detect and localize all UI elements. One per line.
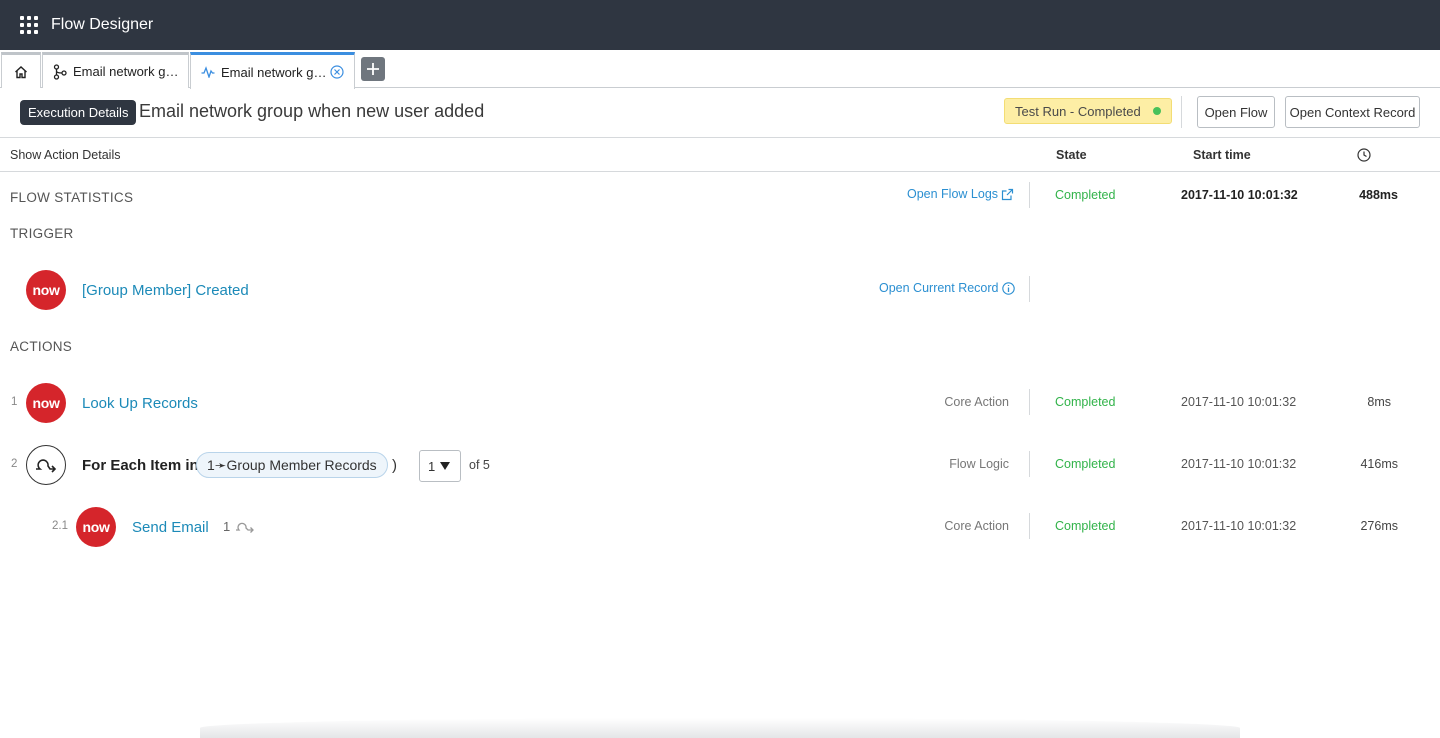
row-number: 1	[11, 396, 18, 408]
for-each-title: For Each Item in (	[82, 457, 208, 474]
action-state: Completed	[1055, 519, 1116, 533]
action-start-time: 2017-11-10 10:01:32	[1181, 519, 1297, 533]
flow-duration: 488ms	[1359, 188, 1398, 202]
for-each-loop-icon	[26, 445, 66, 485]
trigger-title-link[interactable]: [Group Member] Created	[82, 282, 249, 299]
column-headers: Show Action Details State Start time	[0, 138, 1440, 172]
bottom-shadow	[200, 718, 1240, 738]
open-flow-logs-text: Open Flow Logs	[907, 187, 999, 201]
servicenow-logo-icon: now	[26, 270, 66, 310]
iteration-count: 1	[223, 519, 256, 534]
app-grid-icon[interactable]	[20, 16, 38, 34]
open-current-record-link[interactable]: Open Current Record	[879, 281, 1015, 295]
open-flow-button[interactable]: Open Flow	[1197, 96, 1275, 128]
tab-bar: Email network g… Email network g…	[0, 50, 1440, 89]
external-link-icon	[1001, 188, 1014, 200]
send-email-link[interactable]: Send Email	[132, 519, 209, 536]
flow-statistics-label: FLOW STATISTICS	[10, 190, 134, 205]
look-up-records-link[interactable]: Look Up Records	[82, 395, 198, 412]
iteration-select[interactable]: 1	[419, 450, 461, 482]
execution-header: Execution Details Email network group wh…	[0, 88, 1440, 138]
action-kind: Core Action	[944, 519, 1009, 533]
home-icon	[15, 65, 27, 78]
action-duration: 8ms	[1367, 395, 1391, 409]
tab-home[interactable]	[1, 52, 41, 88]
tab-label: Email network g…	[73, 64, 179, 79]
tab-flow[interactable]: Email network g…	[42, 52, 189, 88]
action-duration: 416ms	[1360, 457, 1398, 471]
column-divider	[1029, 276, 1030, 302]
flow-diagram-icon	[53, 63, 67, 80]
data-pill[interactable]: 1➛Group Member Records	[196, 452, 388, 478]
trigger-label: TRIGGER	[10, 226, 74, 241]
flow-start-time: 2017-11-10 10:01:32	[1181, 188, 1298, 202]
row-number: 2	[11, 458, 18, 470]
column-divider	[1029, 182, 1030, 208]
status-dot-icon	[1152, 107, 1161, 115]
action-start-time: 2017-11-10 10:01:32	[1181, 395, 1297, 409]
pulse-icon	[201, 66, 215, 78]
column-divider	[1029, 389, 1030, 415]
add-tab-button[interactable]	[361, 57, 385, 81]
clock-icon	[1357, 148, 1371, 162]
iteration-total: of 5	[469, 458, 490, 472]
action-kind: Core Action	[944, 395, 1009, 409]
top-bar: Flow Designer	[0, 0, 1440, 50]
header-divider	[1181, 96, 1182, 128]
column-state: State	[1056, 148, 1087, 162]
open-current-record-text: Open Current Record	[879, 281, 999, 295]
action-kind: Flow Logic	[949, 457, 1009, 471]
action-state: Completed	[1055, 457, 1116, 471]
actions-label: ACTIONS	[10, 339, 73, 354]
info-icon[interactable]	[1001, 281, 1015, 295]
close-icon[interactable]	[330, 65, 344, 79]
execution-details-badge: Execution Details	[20, 100, 137, 125]
loop-icon	[236, 522, 255, 533]
status-text: Test Run - Completed	[1015, 103, 1141, 119]
show-action-details-toggle[interactable]: Show Action Details	[10, 148, 120, 162]
action-start-time: 2017-11-10 10:01:32	[1181, 457, 1297, 471]
close-paren: )	[392, 457, 397, 474]
page-title: Email network group when new user added	[139, 101, 485, 121]
servicenow-logo-icon: now	[26, 383, 66, 423]
tab-execution[interactable]: Email network g…	[190, 52, 355, 89]
open-flow-logs-link[interactable]: Open Flow Logs	[907, 187, 1014, 201]
column-divider	[1029, 513, 1030, 539]
tab-label: Email network g…	[221, 64, 327, 80]
action-state: Completed	[1055, 395, 1116, 409]
servicenow-logo-icon: now	[76, 507, 116, 547]
app-title: Flow Designer	[51, 16, 154, 33]
row-number: 2.1	[52, 520, 68, 532]
status-badge: Test Run - Completed	[1004, 98, 1172, 124]
flow-state: Completed	[1055, 188, 1116, 202]
column-divider	[1029, 451, 1030, 477]
action-duration: 276ms	[1360, 519, 1398, 533]
plus-icon	[367, 63, 379, 75]
open-context-record-button[interactable]: Open Context Record	[1285, 96, 1420, 128]
caret-down-icon	[440, 462, 451, 470]
column-start-time: Start time	[1193, 148, 1251, 162]
